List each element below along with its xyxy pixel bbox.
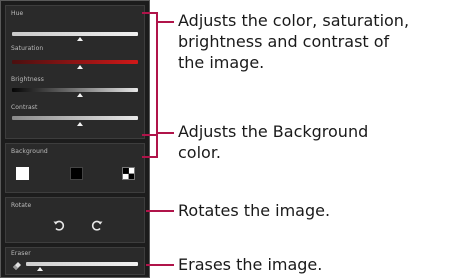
rotate-right-icon[interactable] [90,218,104,232]
saturation-label: Saturation [11,45,44,52]
white-swatch[interactable] [16,167,29,180]
black-swatch[interactable] [70,167,83,180]
brightness-slider-thumb[interactable] [76,93,83,97]
saturation-slider[interactable] [12,60,138,64]
eraser-icon [13,262,21,270]
rotate-left-icon[interactable] [52,218,66,232]
adjust-bracket-pointer [156,21,174,23]
adjust-callout: Adjusts the color, saturation, brightnes… [178,10,446,73]
eraser-section: Eraser [5,247,145,275]
hue-slider-thumb[interactable] [76,37,83,41]
rotate-callout-line-1: Rotates the image. [178,201,331,220]
adjust-bracket-vertical [156,12,158,136]
eraser-callout: Erases the image. [178,254,446,275]
rotate-section: Rotate [5,197,145,243]
eraser-pointer [146,264,174,266]
adjust-callout-line-1: Adjusts the color, saturation, [178,11,410,30]
adjust-section: Hue Saturation Brightness Contrast [5,5,145,139]
checker-swatch[interactable] [122,167,135,180]
background-callout: Adjusts the Background color. [178,121,446,163]
contrast-label: Contrast [11,104,38,111]
eraser-callout-line-1: Erases the image. [178,255,323,274]
hue-slider[interactable] [12,32,138,36]
eraser-size-slider[interactable] [26,262,138,266]
eraser-label: Eraser [11,250,31,257]
rotate-pointer [146,210,174,212]
background-label: Background [11,148,48,155]
contrast-slider[interactable] [12,116,138,120]
contrast-slider-thumb[interactable] [76,122,83,126]
background-section: Background [5,143,145,193]
eraser-slider-thumb[interactable] [36,267,43,271]
image-edit-panel: Hue Saturation Brightness Contrast Backg… [0,0,150,278]
background-bracket-bottom [142,156,158,158]
background-bracket-vertical [156,132,158,158]
background-bracket-pointer [156,132,174,134]
hue-label: Hue [11,10,24,17]
saturation-slider-thumb[interactable] [76,65,83,69]
background-callout-line-2: color. [178,143,222,162]
adjust-callout-line-2: brightness and contrast of [178,32,390,51]
screen: Hue Saturation Brightness Contrast Backg… [0,0,449,280]
adjust-callout-line-3: the image. [178,53,265,72]
brightness-slider[interactable] [12,88,138,92]
brightness-label: Brightness [11,76,44,83]
background-callout-line-1: Adjusts the Background [178,122,369,141]
rotate-callout: Rotates the image. [178,200,446,221]
rotate-label: Rotate [11,202,32,209]
